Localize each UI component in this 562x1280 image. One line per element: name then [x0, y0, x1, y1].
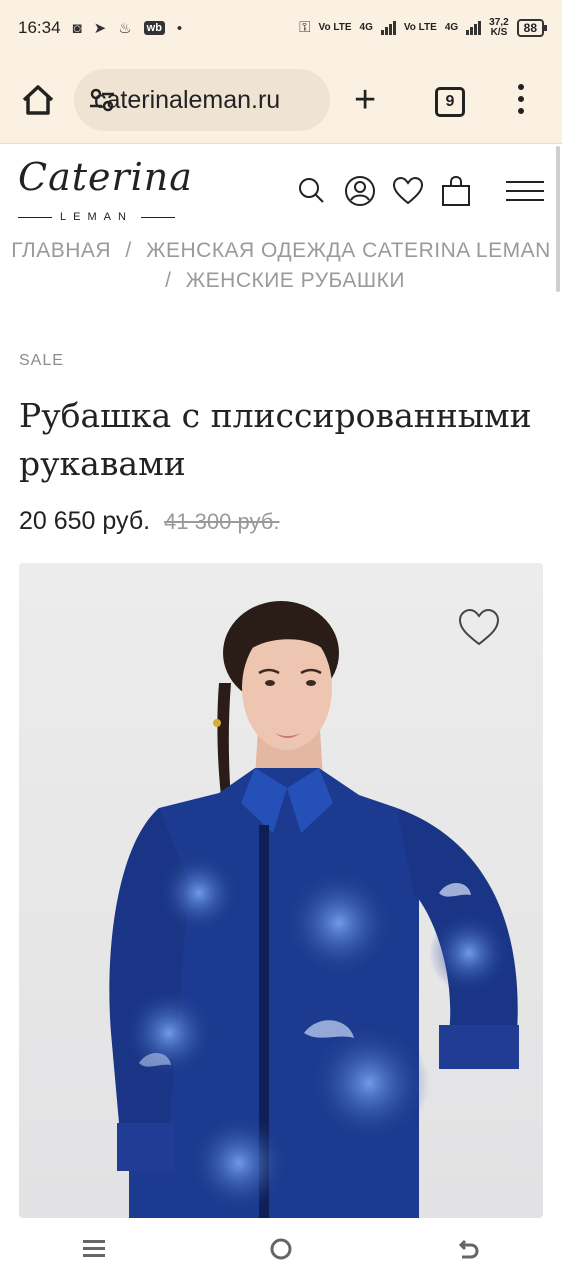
search-icon[interactable]	[296, 175, 328, 207]
system-navigation-bar	[0, 1218, 562, 1280]
recent-apps-icon[interactable]	[74, 1229, 114, 1269]
account-icon[interactable]	[344, 175, 376, 207]
home-nav-icon[interactable]	[261, 1229, 301, 1269]
breadcrumb-separator: /	[165, 269, 172, 292]
flame-icon: ♨	[118, 20, 132, 37]
logo-script: Caterina	[18, 155, 193, 199]
signal-bars-icon-2	[466, 21, 482, 35]
hamburger-menu-icon[interactable]	[506, 181, 544, 201]
breadcrumb-category[interactable]: ЖЕНСКАЯ ОДЕЖДА CATERINA LEMAN	[146, 239, 551, 262]
signal-4g-2: 4G	[444, 22, 459, 33]
gamepad-icon: ◙	[72, 19, 82, 37]
brand-logo[interactable]: Caterina LEMAN	[18, 155, 192, 225]
url-text[interactable]: caterinaleman.ru	[94, 86, 280, 115]
tab-switcher-button[interactable]: 9	[435, 87, 465, 117]
network-speed: 37,2 K/S	[489, 17, 509, 38]
breadcrumb-subcategory[interactable]: ЖЕНСКИЕ РУБАШКИ	[186, 269, 405, 292]
product-image[interactable]	[19, 563, 543, 1218]
price-current: 20 650 руб.	[19, 507, 151, 535]
price-row: 20 650 руб. 41 300 руб.	[19, 507, 279, 536]
more-menu-icon[interactable]	[516, 84, 526, 116]
cart-bag-icon[interactable]	[440, 175, 472, 207]
logo-subtitle: LEMAN	[18, 211, 180, 223]
signal-bars-icon-1	[380, 21, 396, 35]
address-bar[interactable]: caterinaleman.ru	[74, 69, 330, 131]
sale-badge: SALE	[19, 352, 64, 369]
telegram-icon: ➤	[93, 20, 107, 37]
browser-toolbar: caterinaleman.ru + 9	[0, 56, 562, 144]
back-nav-icon[interactable]	[448, 1229, 488, 1269]
add-to-favorites-heart-icon[interactable]	[457, 607, 501, 647]
wishlist-heart-icon[interactable]	[392, 175, 424, 207]
signal-4g-1: 4G	[359, 22, 373, 33]
model-illustration	[109, 601, 519, 1218]
home-icon[interactable]	[18, 80, 58, 120]
status-time: 16:34	[18, 18, 61, 37]
battery-icon: 88	[516, 19, 548, 37]
key-icon: ⚿	[299, 19, 311, 36]
site-header: Caterina LEMAN	[0, 145, 562, 235]
status-bar: 16:34 ◙ ➤ ♨ wb • ⚿ Vo LTE 4G Vo LTE 4G 3…	[0, 0, 562, 56]
volte-indicator-1: Vo LTE	[318, 22, 352, 33]
price-original: 41 300 руб.	[164, 509, 280, 534]
wildberries-icon: wb	[143, 21, 165, 35]
product-title: Рубашка с плиссированными рукавами	[19, 396, 532, 483]
breadcrumb-separator: /	[125, 239, 132, 262]
dot-icon: •	[176, 19, 183, 37]
volte-indicator-2: Vo LTE	[403, 22, 437, 33]
new-tab-button[interactable]: +	[354, 81, 376, 119]
breadcrumb: ГЛАВНАЯ / ЖЕНСКАЯ ОДЕЖДА CATERINA LEMAN …	[0, 236, 562, 296]
breadcrumb-home[interactable]: ГЛАВНАЯ	[11, 239, 111, 262]
